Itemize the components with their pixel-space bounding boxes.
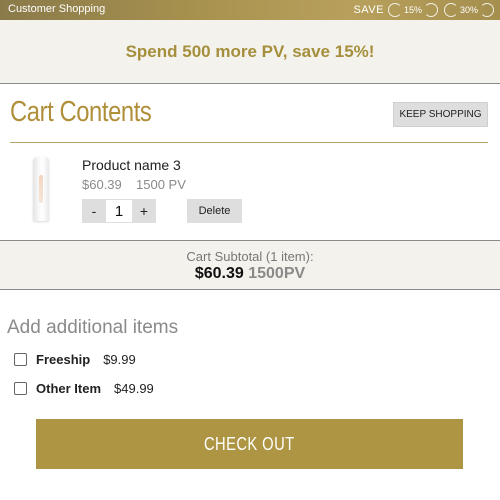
top-bar: Customer Shopping SAVE 15% 30% <box>0 0 500 20</box>
decrement-button[interactable]: - <box>82 199 106 223</box>
subtotal-values: $60.39 1500PV <box>0 265 500 283</box>
tier-ring-right-icon <box>480 3 494 17</box>
save-label: SAVE <box>353 4 384 16</box>
app-title: Customer Shopping <box>8 3 106 15</box>
addon-item-other: Other Item $49.99 <box>14 381 154 396</box>
tier-15: 15% <box>387 2 438 18</box>
addon-price: $9.99 <box>103 352 136 367</box>
tier-ring-left-icon <box>387 3 402 17</box>
keep-shopping-button[interactable]: KEEP SHOPPING <box>393 102 488 127</box>
divider <box>10 142 488 143</box>
product-image <box>33 157 49 221</box>
addon-item-freeship: Freeship $9.99 <box>14 352 136 367</box>
promo-banner: Spend 500 more PV, save 15%! <box>0 20 500 84</box>
tier-15-label: 15% <box>403 5 422 15</box>
product-price: $60.39 <box>82 177 122 192</box>
freeship-checkbox[interactable] <box>14 353 27 366</box>
product-name[interactable]: Product name 3 <box>82 157 181 173</box>
addon-name: Other Item <box>36 381 102 396</box>
checkout-label: CHECK OUT <box>204 433 295 454</box>
product-image-label <box>39 175 43 203</box>
checkout-button[interactable]: CHECK OUT <box>36 419 463 469</box>
tier-ring-left-icon <box>443 3 458 17</box>
product-pv: 1500 PV <box>136 177 186 192</box>
quantity-input[interactable]: 1 <box>106 199 132 223</box>
tier-30-label: 30% <box>459 5 478 15</box>
promo-text: Spend 500 more PV, save 15%! <box>125 41 375 61</box>
addon-price: $49.99 <box>114 381 154 396</box>
other-item-checkbox[interactable] <box>14 382 27 395</box>
cart-heading: Cart Contents <box>10 96 152 128</box>
cart-subtotal: Cart Subtotal (1 item): $60.39 1500PV <box>0 240 500 290</box>
tier-30: 30% <box>443 2 494 18</box>
delete-button[interactable]: Delete <box>187 199 242 223</box>
tier-ring-right-icon <box>423 3 438 17</box>
increment-button[interactable]: + <box>132 199 156 223</box>
subtotal-pv: 1500PV <box>248 265 306 282</box>
quantity-stepper: - 1 + <box>82 199 156 223</box>
subtotal-label: Cart Subtotal (1 item): <box>186 249 314 264</box>
additional-items-heading: Add additional items <box>7 317 179 338</box>
savings-tiers: SAVE 15% 30% <box>353 0 500 20</box>
addon-name: Freeship <box>36 352 91 367</box>
subtotal-amount: $60.39 <box>194 265 244 282</box>
